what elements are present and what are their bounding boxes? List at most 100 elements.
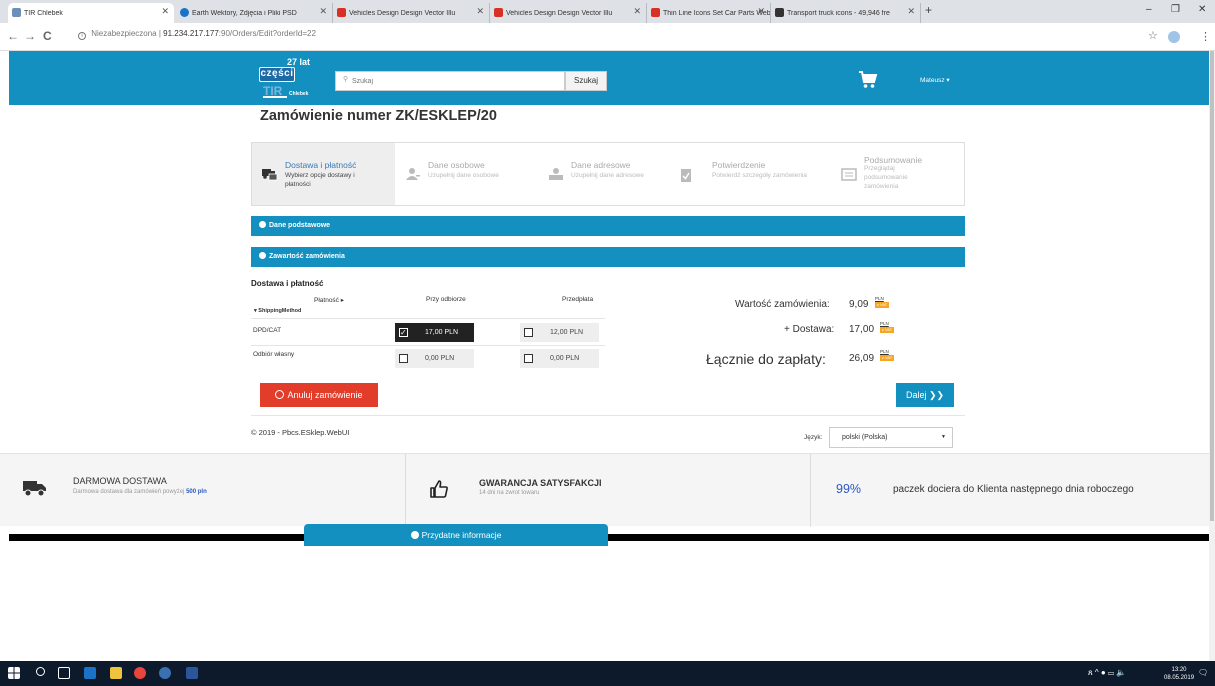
divider <box>251 345 605 346</box>
browser-tab[interactable]: Vehicles Design Design Vector Illu ✕ <box>333 3 490 23</box>
thumbs-up-icon <box>430 480 448 498</box>
option-pickup-prepaid[interactable]: 0,00 PLN <box>520 349 599 368</box>
step-delivery-payment[interactable]: Dostawa i płatność Wybierz opcje dostawy… <box>252 143 395 205</box>
close-tab-icon[interactable]: ✕ <box>633 6 641 17</box>
checkbox-checked[interactable] <box>399 323 408 342</box>
outlook-icon[interactable] <box>84 667 96 679</box>
chevron-down-icon: ▼ <box>941 434 946 440</box>
option-dpd-prepaid[interactable]: 12,00 PLN <box>520 323 599 342</box>
chevron-circle-icon <box>259 221 266 228</box>
cart-icon[interactable] <box>858 70 878 90</box>
check-clipboard-icon <box>681 169 691 182</box>
useful-info-tab[interactable]: Przydatne informacje <box>304 524 608 546</box>
info-icon[interactable]: i <box>78 32 86 40</box>
step-address-data[interactable]: Dane adresowe Uzupełnij dane adresowe <box>538 143 681 205</box>
shipping-method-label: Odbiór własny <box>253 351 295 358</box>
tab-favicon-icon <box>651 8 660 17</box>
free-delivery-subtitle: Darmowa dostawa dla zamówień powyżej 500… <box>73 489 207 495</box>
scrollbar-thumb[interactable] <box>1210 51 1214 521</box>
search-icon[interactable] <box>36 667 45 676</box>
browser-tab[interactable]: TIR Chlebek ✕ <box>8 3 174 23</box>
task-view-icon[interactable] <box>58 667 70 679</box>
forward-button[interactable]: → <box>24 29 36 43</box>
step-personal-data[interactable]: Dane osobowe Uzupełnij dane osobowe <box>395 143 538 205</box>
delivery-payment-heading: Dostawa i płatność <box>251 279 324 288</box>
checkbox[interactable] <box>399 354 408 363</box>
clock[interactable]: 13:20 08.05.2019 <box>1164 666 1194 682</box>
page-scrollbar[interactable] <box>1209 51 1215 661</box>
tab-favicon-icon <box>12 8 21 17</box>
app-icon[interactable] <box>159 667 171 679</box>
divider <box>251 415 965 416</box>
url-field[interactable]: i Niezabezpieczona | 91.234.217.177:90/O… <box>78 29 316 40</box>
chrome-icon[interactable] <box>134 667 146 679</box>
browser-tab[interactable]: Transport truck icons - 49,946 fre ✕ <box>771 3 921 23</box>
close-tab-icon[interactable]: ✕ <box>161 6 169 17</box>
delivery-value: 17,00 <box>849 324 875 335</box>
divider <box>810 454 811 527</box>
windows-taskbar: ጸ ^ ● ▭ 🔈 13:20 08.05.2019 🗨 <box>0 661 1215 686</box>
user-icon <box>406 168 420 180</box>
search-box: ⚲ <box>335 71 565 91</box>
delivery-label: + Dostawa: <box>784 324 835 335</box>
language-select[interactable]: polski (Polska) ▼ <box>829 427 953 448</box>
extension-icon[interactable] <box>1168 31 1180 43</box>
browser-tab-strip: TIR Chlebek ✕ Earth Wektory, Zdjęcia i P… <box>0 0 1215 23</box>
search-input[interactable] <box>352 73 552 89</box>
next-button[interactable]: Dalej ❯❯ <box>896 383 954 407</box>
free-delivery-title: DARMOWA DOSTAWA <box>73 476 167 486</box>
close-window-button[interactable]: ✕ <box>1198 4 1206 15</box>
payment-column-header[interactable]: Płatność ▸ <box>314 296 344 304</box>
search-button[interactable]: Szukaj <box>565 71 607 91</box>
checkbox[interactable] <box>524 354 533 363</box>
option-dpd-cod[interactable]: 17,00 PLN <box>395 323 474 342</box>
minimize-button[interactable]: – <box>1146 4 1152 15</box>
browser-menu-icon[interactable]: ⋮ <box>1200 30 1211 43</box>
step-summary[interactable]: Podsumowanie Przeglądaj podsumowanie zam… <box>824 143 967 205</box>
new-tab-button[interactable]: + <box>925 3 932 17</box>
site-logo[interactable]: 27 lat części TIR Chlebek <box>259 57 315 101</box>
search-icon: ⚲ <box>343 76 349 83</box>
maximize-button[interactable]: ❐ <box>1171 4 1180 15</box>
system-tray-icons[interactable]: ጸ ^ ● ▭ 🔈 <box>1088 668 1126 678</box>
step-confirmation[interactable]: Potwierdzenie Potwierdź szczegóły zamówi… <box>681 143 824 205</box>
browser-tab[interactable]: Earth Wektory, Zdjęcia i Pliki PSD ✕ <box>176 3 333 23</box>
bookmark-star-icon[interactable]: ☆ <box>1148 29 1158 42</box>
accordion-order-contents[interactable]: Zawartość zamówienia <box>251 247 965 267</box>
delivery-percent-text: paczek dociera do Klienta następnego dni… <box>893 484 1134 495</box>
cancel-order-button[interactable]: Anuluj zamówienie <box>260 383 378 407</box>
accordion-basic-data[interactable]: Dane podstawowe <box>251 216 965 236</box>
close-tab-icon[interactable]: ✕ <box>907 6 915 17</box>
footer-bar <box>9 534 1209 541</box>
user-menu[interactable]: Mateusz ▾ <box>920 76 950 84</box>
close-tab-icon[interactable]: ✕ <box>757 6 765 17</box>
windows-start-icon[interactable] <box>8 667 20 679</box>
tab-favicon-icon <box>337 8 346 17</box>
option-pickup-cod[interactable]: 0,00 PLN <box>395 349 474 368</box>
site-header <box>9 51 1209 105</box>
file-explorer-icon[interactable] <box>110 667 122 679</box>
shipping-method-header[interactable]: ▾ ShippingMethod <box>254 308 301 314</box>
currency-badge: PLN z VAT <box>880 321 894 333</box>
notification-icon[interactable]: 🗨 <box>1198 668 1208 677</box>
chevron-circle-icon <box>259 252 266 259</box>
checkbox[interactable] <box>524 328 533 337</box>
word-icon[interactable] <box>186 667 198 679</box>
cod-column-header: Przy odbiorze <box>426 296 466 303</box>
browser-tab[interactable]: Thin Line Icons Set Car Parts Web ✕ <box>647 3 771 23</box>
close-tab-icon[interactable]: ✕ <box>319 6 327 17</box>
truck-icon <box>23 481 46 497</box>
order-value-label: Wartość zamówienia: <box>735 299 830 310</box>
ban-icon <box>275 390 285 399</box>
guarantee-title: GWARANCJA SATYSFAKCJI <box>479 478 602 488</box>
currency-badge: PLN z VAT <box>875 296 889 308</box>
back-button[interactable]: ← <box>7 29 19 43</box>
tab-favicon-icon <box>180 8 189 17</box>
close-tab-icon[interactable]: ✕ <box>476 6 484 17</box>
browser-tab[interactable]: Vehicles Design Design Vector Illu ✕ <box>490 3 647 23</box>
summary-icon <box>841 168 857 181</box>
address-bar: ← → C i Niezabezpieczona | 91.234.217.17… <box>0 23 1215 51</box>
divider <box>405 454 406 527</box>
prepaid-column-header: Przedpłata <box>562 296 594 303</box>
reload-button[interactable]: C <box>43 29 52 43</box>
